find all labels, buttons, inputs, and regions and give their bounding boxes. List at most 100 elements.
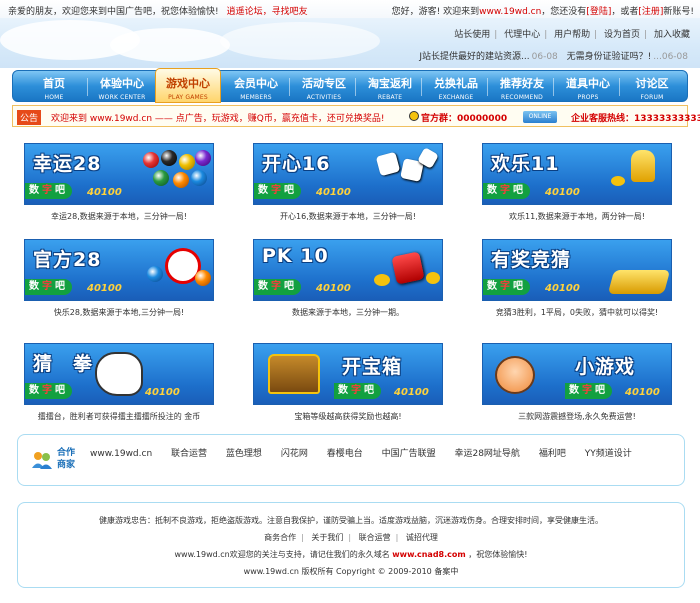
nav-forum[interactable]: 讨论区 FORUM [619,71,685,103]
game-banner[interactable]: 猜 拳 数字吧 40100 [24,343,214,405]
footer: 健康游戏忠告：抵制不良游戏，拒绝盗版游戏。注意自我保护，谨防受骗上当。适度游戏益… [17,502,685,588]
brand-number: 40100 [394,387,429,398]
news-date-2: ...06-08 [653,52,688,62]
game-title: 幸运28 [33,153,102,175]
news-item-2[interactable]: 无需身份证验证吗？! [567,52,652,62]
gold-bar-icon [607,270,671,294]
online-badge[interactable]: ONLINE [523,111,557,123]
news-ticker: J站长提供最好的建站资源... 06-08 无需身份证验证吗？! ...06-08 [419,49,688,62]
welcome-text: 亲爱的朋友，欢迎您来到中国广告吧，祝您体验愉快! [8,7,219,17]
nav-exchange[interactable]: 兑换礼品 EXCHANGE [423,71,489,103]
footer-link-joint[interactable]: 联合运营 [359,533,391,542]
qq-group: 官方群：00000000 [421,114,508,124]
lottery-ball-icon [173,172,189,188]
game-description: 欢乐11,数据来源于本地，两分钟一局! [509,212,645,221]
game-title: 有奖竞猜 [491,249,572,271]
dice-icon [375,151,401,177]
game-banner[interactable]: 欢乐11 数字吧 40100 [482,143,672,205]
game-card-happy16[interactable]: 开心16 数字吧 40100 开心16,数据来源于本地，三分钟一局! [253,143,443,222]
register-link[interactable]: [注册] [638,7,663,17]
partner-link[interactable]: 中国广告联盟 [382,449,436,459]
login-link[interactable]: [登陆] [586,7,611,17]
permanent-domain-link[interactable]: www.cnad8.com [392,550,465,559]
game-description: 数据来源于本地，三分钟一期。 [292,308,404,317]
game-card-official28[interactable]: 官方28 数字吧 40100 快乐28,数据来源于本地,三分钟一局! [24,239,214,318]
partners-box: 合作 商家 www.19wd.cn 联合运营 蓝色理想 闪花网 春樱电台 中国广… [17,434,685,486]
game-banner[interactable]: 有奖竞猜 数字吧 40100 [482,239,672,301]
cloud-decoration [220,22,380,60]
game-description: 擂擂台，胜利者可获得擂主擂擂所投注的 金币 [37,412,201,421]
game-card-lucky28[interactable]: 幸运28 数字吧 40100 幸运28,数据来源于本地，三分钟一局! [24,143,214,222]
main-nav: 首页 HOME 体验中心 WORK CENTER 游戏中心 PLAY GAMES 会员… [12,68,688,103]
game-description: 竞猜3胜利，1平局，0失败，猜中就可以得奖! [495,308,659,317]
cloud-decoration [110,28,230,62]
header-banner: 站长使用 | 代理中心 | 用户帮助 | 设为首页 | 加入收藏 J站长提供最好的建站资… [0,18,700,68]
lottery-ball-icon [143,152,159,168]
coin-icon [374,274,390,286]
brand-strip: 数字吧 [254,183,301,199]
game-description: 三款网游震撼登场,永久免费运营! [518,412,636,421]
game-banner[interactable]: 幸运28 数字吧 40100 [24,143,214,205]
game-description: 宝箱等级越高获得奖励也越高! [294,412,402,421]
coin-icon [426,272,440,284]
nav-home[interactable]: 首页 HOME [21,71,87,103]
quick-link-help[interactable]: 用户帮助 [554,30,590,40]
game-banner[interactable]: PK 10 数字吧 40100 [253,239,443,301]
partner-link[interactable]: 蓝色理想 [226,449,262,459]
game-banner[interactable]: 官方28 数字吧 40100 [24,239,214,301]
nav-props[interactable]: 道具中心 PROPS [555,71,621,103]
lottery-ball-icon [147,266,163,282]
quick-link-homepage[interactable]: 设为首页 [604,30,640,40]
brand-number: 40100 [87,283,122,294]
announcement-message[interactable]: 欢迎来到 www.19wd.cn —— 点广告，玩游戏，赚Q币，赢充值卡，还可兑… [51,111,384,124]
news-item-1[interactable]: J站长提供最好的建站资源... [419,52,529,62]
quick-link-agent[interactable]: 代理中心 [504,30,540,40]
footer-link-business[interactable]: 商务合作 [264,533,296,542]
nav-recommend[interactable]: 推荐好友 RECOMMEND [489,71,555,103]
partner-link[interactable]: 闪花网 [281,449,308,459]
nav-play-games[interactable]: 游戏中心 PLAY GAMES [155,68,221,103]
game-card-rock-paper[interactable]: 猜 拳 数字吧 40100 擂擂台，胜利者可获得擂主擂擂所投注的 金币 [24,343,214,422]
game-card-treasure[interactable]: 开宝箱 数字吧 40100 宝箱等级越高获得奖励也越高! [253,343,443,422]
partner-link[interactable]: 福利吧 [539,449,566,459]
game-card-mini-games[interactable]: 小游戏 数字吧 40100 三款网游震撼登场,永久免费运营! [482,343,672,422]
not-logged-text: ，您还没有 [541,7,587,17]
game-title: 开心16 [262,153,331,175]
brand-number: 40100 [545,187,580,198]
footer-link-agents[interactable]: 诚招代理 [406,533,438,542]
game-title: 官方28 [33,249,102,271]
game-title: PK 10 [262,245,329,267]
lottery-ball-icon [179,154,195,170]
game-card-pk10[interactable]: PK 10 数字吧 40100 数据来源于本地，三分钟一期。 [253,239,443,318]
nav-work-center[interactable]: 体验中心 WORK CENTER [89,71,155,103]
partner-link[interactable]: 联合运营 [171,449,207,459]
site-link[interactable]: www.19wd.cn [479,7,541,17]
cartoon-character-icon [495,356,535,394]
footer-link-about[interactable]: 关于我们 [311,533,343,542]
top-bar: 亲爱的朋友，欢迎您来到中国广告吧，祝您体验愉快! 逍遥论坛，寻找吧友 您好，游客!… [0,0,700,18]
game-card-joy11[interactable]: 欢乐11 数字吧 40100 欢乐11,数据来源于本地，两分钟一局! [482,143,672,222]
partner-link[interactable]: www.19wd.cn [90,449,152,459]
game-card-quiz[interactable]: 有奖竞猜 数字吧 40100 竞猜3胜利，1平局，0失败，猜中就可以得奖! [482,239,672,318]
lottery-ball-icon [191,170,207,186]
quick-link-favorite[interactable]: 加入收藏 [654,30,690,40]
lottery-ball-icon [153,170,169,186]
game-title: 欢乐11 [491,153,560,175]
nav-members[interactable]: 会员中心 MEMBERS [223,71,289,103]
game-banner[interactable]: 开宝箱 数字吧 40100 [253,343,443,405]
brand-number: 40100 [316,283,351,294]
game-title: 猜 拳 [33,353,94,375]
partner-link[interactable]: YY频道设计 [585,449,632,459]
quick-link-webmaster[interactable]: 站长使用 [454,30,490,40]
welcome-area: 亲爱的朋友，欢迎您来到中国广告吧，祝您体验愉快! 逍遥论坛，寻找吧友 [8,4,308,17]
forum-link[interactable]: 逍遥论坛，寻找吧友 [227,7,308,17]
partner-links: www.19wd.cn 联合运营 蓝色理想 闪花网 春樱电台 中国广告联盟 幸运… [90,446,632,459]
partner-link[interactable]: 春樱电台 [327,449,363,459]
treasure-chest-icon [268,354,320,394]
game-banner[interactable]: 开心16 数字吧 40100 [253,143,443,205]
game-banner[interactable]: 小游戏 数字吧 40100 [482,343,672,405]
nav-activities[interactable]: 活动专区 ACTIVITIES [291,71,357,103]
nav-rebate[interactable]: 淘宝返利 REBATE [357,71,423,103]
partner-link[interactable]: 幸运28网址导航 [454,449,519,459]
brand-strip: 数字吧 [25,383,72,399]
